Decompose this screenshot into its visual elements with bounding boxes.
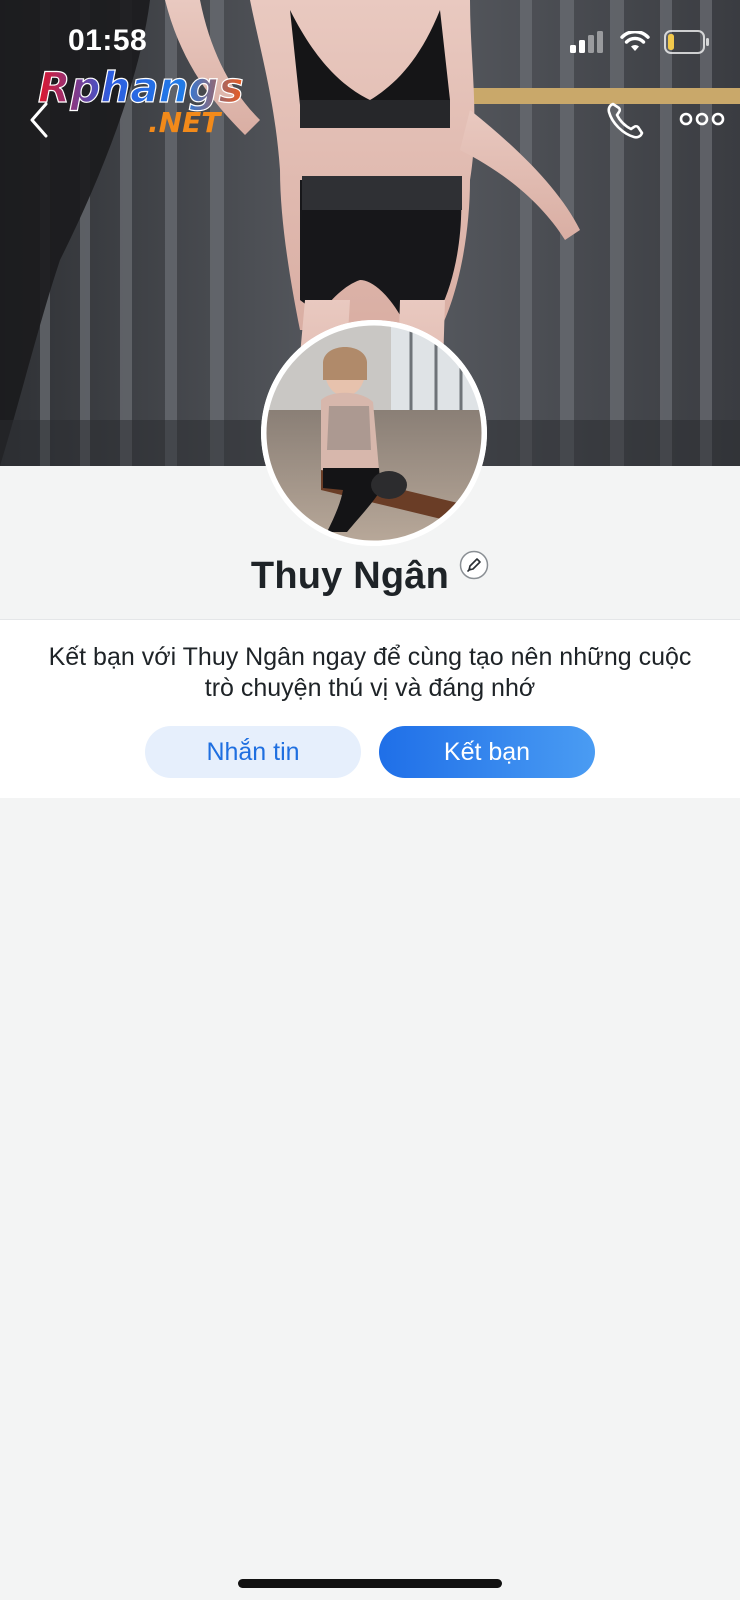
call-button[interactable] [604,98,648,142]
more-options-button[interactable] [678,104,726,134]
watermark-logo-image: Rphangs .NET [37,62,244,139]
avatar[interactable] [261,320,487,546]
home-indicator[interactable] [238,1579,502,1588]
watermark-logo: Rphangs .NET [36,58,266,139]
battery-icon [664,30,709,54]
profile-name: Thuy Ngân [250,554,450,597]
status-icons [570,30,710,54]
message-button[interactable]: Nhắn tin [145,726,361,778]
phone-icon [607,102,644,139]
more-horizontal-icon [679,112,725,126]
friend-prompt-text: Kết bạn với Thuy Ngân ngay để cùng tạo n… [48,643,692,702]
profile-name-row: Thuy Ngân [0,548,740,604]
pencil-icon[interactable] [459,550,489,580]
wifi-icon [620,31,650,51]
profile-screen: 01:58 Rphangs .NET Thuy Ngân Kết bạn với… [0,0,740,1600]
svg-text:Rphangs: Rphangs [38,63,244,112]
status-time: 01:58 [68,24,148,57]
chevron-left-icon [30,102,48,138]
back-button[interactable] [22,98,58,142]
friend-prompt-card: Kết bạn với Thuy Ngân ngay để cùng tạo n… [0,619,740,798]
svg-text:.NET: .NET [148,106,222,138]
avatar-image [261,320,487,546]
signal-icon [570,31,603,53]
add-friend-button[interactable]: Kết bạn [379,726,595,778]
